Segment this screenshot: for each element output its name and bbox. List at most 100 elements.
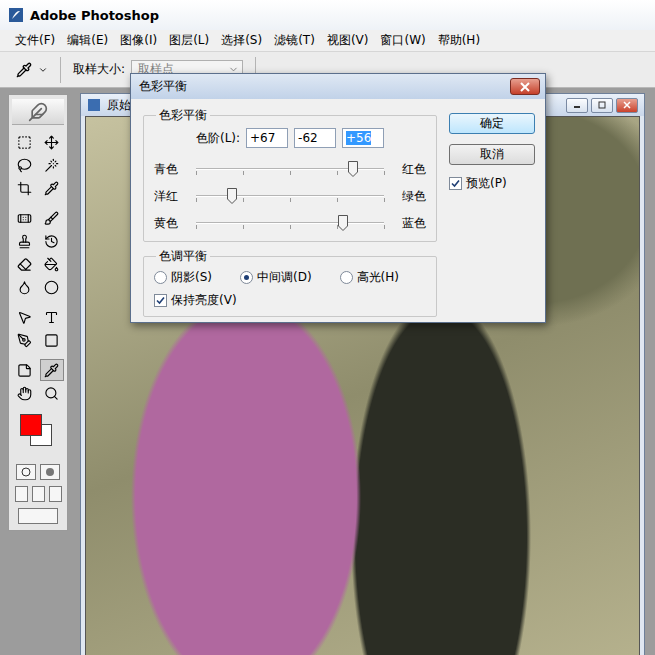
tool-button[interactable]: [13, 207, 37, 229]
menu-item[interactable]: 滤镜(T): [269, 30, 320, 51]
level-field[interactable]: -62: [294, 128, 336, 148]
slider-row: 洋红绿色: [154, 184, 426, 208]
tool-button[interactable]: [40, 382, 64, 404]
dialog-close-button[interactable]: [510, 78, 540, 95]
slider-right-label: 绿色: [392, 188, 426, 205]
slider-row: 青色 红色: [154, 157, 426, 181]
tool-button[interactable]: [40, 276, 64, 298]
shape-icon: [44, 333, 59, 348]
jump-to-imageready-button[interactable]: [18, 508, 58, 524]
toolbox-header: [12, 99, 64, 125]
mask-modes: [16, 464, 60, 480]
tool-button[interactable]: [13, 306, 37, 328]
jump-row: [18, 508, 58, 524]
toolbox: [8, 94, 68, 531]
level-field[interactable]: +56: [342, 128, 384, 148]
menu-item[interactable]: 文件(F): [10, 30, 60, 51]
close-icon: [623, 101, 631, 109]
menu-item[interactable]: 图像(I): [115, 30, 162, 51]
lasso-icon: [17, 158, 32, 173]
group-title: 色彩平衡: [156, 107, 210, 124]
close-button[interactable]: [616, 98, 638, 113]
color-balance-group: 色彩平衡色阶(L): +67 -62 +56 青色 红色洋红绿色黄色 蓝色: [143, 107, 437, 242]
preview-checkbox[interactable]: 预览(P): [449, 175, 535, 192]
menu-item[interactable]: 窗口(W): [375, 30, 430, 51]
slider-track[interactable]: [196, 161, 384, 177]
close-icon: [520, 82, 530, 92]
tool-button[interactable]: [13, 131, 37, 153]
slider-right-label: 蓝色: [392, 215, 426, 232]
tone-balance-group: 色调平衡阴影(S)中间调(D)高光(H)保持亮度(V): [143, 248, 437, 317]
tool-button[interactable]: [13, 177, 37, 199]
document-title: 原始: [107, 97, 131, 114]
tool-button[interactable]: [13, 359, 37, 381]
tool-button[interactable]: [40, 131, 64, 153]
photoshop-logo-icon: [8, 7, 24, 23]
tool-button[interactable]: [13, 230, 37, 252]
preserve-row: 保持亮度(V): [154, 290, 426, 310]
slider-track[interactable]: [196, 215, 384, 231]
tool-button[interactable]: [40, 230, 64, 252]
screen-mode-button[interactable]: [49, 486, 62, 502]
slider-right-label: 红色: [392, 161, 426, 178]
menu-item[interactable]: 图层(L): [164, 30, 214, 51]
type-icon: [44, 310, 59, 325]
menu-item[interactable]: 编辑(E): [62, 30, 113, 51]
tone-radio[interactable]: 中间调(D): [240, 269, 312, 286]
eyedropper-icon[interactable]: [16, 62, 32, 78]
tone-radio[interactable]: 阴影(S): [154, 269, 212, 286]
menu-item[interactable]: 帮助(H): [433, 30, 485, 51]
paint-bucket-icon: [44, 257, 59, 272]
screen-modes: [15, 486, 62, 502]
level-field[interactable]: +67: [246, 128, 288, 148]
path-select-icon: [17, 310, 32, 325]
pen-icon: [17, 333, 32, 348]
levels-label: 色阶(L):: [196, 130, 240, 147]
eyedropper-icon: [44, 363, 59, 378]
tool-button[interactable]: [40, 177, 64, 199]
marquee-icon: [17, 135, 32, 150]
slider-track[interactable]: [196, 188, 384, 204]
feather-logo-icon: [28, 102, 48, 122]
tool-button[interactable]: [13, 382, 37, 404]
window-controls: [566, 98, 638, 113]
tool-button[interactable]: [40, 306, 64, 328]
tool-button[interactable]: [40, 329, 64, 351]
tool-button[interactable]: [13, 253, 37, 275]
zoom-icon: [44, 386, 59, 401]
sample-size-label: 取样大小:: [73, 61, 125, 78]
title-bar: Adobe Photoshop: [0, 0, 655, 30]
restore-button[interactable]: [591, 98, 613, 113]
healing-icon: [17, 211, 32, 226]
minimize-button[interactable]: [566, 98, 588, 113]
tool-button[interactable]: [13, 154, 37, 176]
tone-radio[interactable]: 高光(H): [340, 269, 399, 286]
slider-thumb-icon[interactable]: [348, 161, 358, 177]
slider-left-label: 青色: [154, 161, 188, 178]
hand-icon: [17, 386, 32, 401]
menu-item[interactable]: 选择(S): [216, 30, 267, 51]
tool-button[interactable]: [40, 154, 64, 176]
slider-left-label: 黄色: [154, 215, 188, 232]
screen-mode-button[interactable]: [15, 486, 28, 502]
crop-icon: [17, 181, 32, 196]
tool-button[interactable]: [40, 207, 64, 229]
color-swatches: [16, 412, 60, 452]
tool-button[interactable]: [40, 359, 64, 381]
screen-mode-button[interactable]: [32, 486, 45, 502]
tool-button[interactable]: [13, 329, 37, 351]
quick-mask-button[interactable]: [40, 464, 60, 480]
history-brush-icon: [44, 234, 59, 249]
preserve-luminosity-checkbox[interactable]: 保持亮度(V): [154, 292, 237, 309]
tool-button[interactable]: [13, 276, 37, 298]
tool-button[interactable]: [40, 253, 64, 275]
slider-thumb-icon[interactable]: [338, 215, 348, 231]
tone-radio-row: 阴影(S) 中间调(D) 高光(H): [154, 267, 426, 287]
foreground-color[interactable]: [20, 414, 42, 436]
dialog-button[interactable]: 取消: [449, 144, 535, 165]
menu-item[interactable]: 视图(V): [322, 30, 374, 51]
dialog-button[interactable]: 确定: [449, 113, 535, 134]
dropdown-arrow-icon[interactable]: [38, 65, 48, 75]
standard-mode-button[interactable]: [16, 464, 36, 480]
slider-thumb-icon[interactable]: [227, 188, 237, 204]
